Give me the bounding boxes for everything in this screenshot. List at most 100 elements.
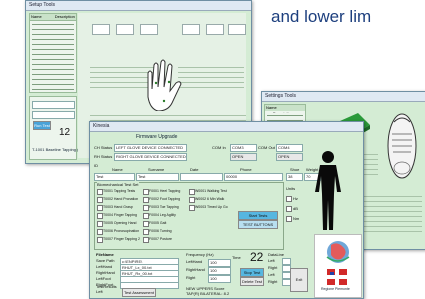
file-section-label: FileName <box>96 252 114 257</box>
shoe-input[interactable]: 38 <box>286 173 303 181</box>
frequency-key: Right <box>186 275 196 280</box>
test-item-label: T0007 Finger Tapping 2 <box>103 237 140 241</box>
com-in-field[interactable]: COM3 <box>230 144 257 152</box>
units-label: Units <box>286 186 296 191</box>
graph-chip-5 <box>206 24 224 35</box>
window-title: Kinesia <box>93 123 110 129</box>
file-key: Save Path <box>96 258 115 263</box>
score-value: TAP(R) BILATERAL: 8.2 <box>186 291 230 296</box>
test-item-label: T0005 Opening Hand <box>103 221 137 225</box>
frequency-label: Frequency (Hz) <box>186 252 214 257</box>
test-item-label: F0006 Turning <box>149 229 172 233</box>
test-item-label: F0003 Toe Tapping <box>149 205 179 209</box>
file-key: RightHand <box>96 270 115 275</box>
header-tab[interactable]: Firmware Upgrade <box>136 134 177 140</box>
tests-group: Biomechanical Test Set T0001 Tapping Tes… <box>94 182 284 250</box>
field-1[interactable] <box>32 101 75 109</box>
test-item-label: W0003 Timed Up Go <box>195 205 228 209</box>
window-titlebar-2: Settings Tools <box>262 92 425 102</box>
dataline-value[interactable] <box>282 258 291 265</box>
unit-3: Nm <box>293 216 300 221</box>
dataline-key: Right <box>268 265 278 270</box>
shoe-icon <box>387 113 417 179</box>
ch-status-field: LEFT GLOVE DEVICE CONNECTED <box>114 144 187 152</box>
test-assessment-button[interactable]: Test Assessment <box>122 288 156 297</box>
frequency-key: RightHand <box>186 267 205 272</box>
surname-input[interactable]: Test <box>136 173 179 181</box>
session-panel: Run Test 12 T-1001 Baseline Tapping (1 o… <box>29 96 90 160</box>
com-out-label: COM Out <box>258 145 275 150</box>
graph-chip-6 <box>228 24 246 35</box>
name-input[interactable]: Test <box>94 173 135 181</box>
test-item-label: F0005 Gait <box>149 221 167 225</box>
time-display: 22 <box>250 250 264 264</box>
menu-bar-2[interactable]: Settings Tools <box>265 93 296 99</box>
phone-column: Phone <box>240 167 252 172</box>
test-list-panel: Name Description <box>29 13 77 93</box>
unit-checkbox-1[interactable] <box>286 196 292 202</box>
test-buttons-button[interactable]: TEST BUTTONS <box>238 220 278 229</box>
shoe-column: Shoe <box>290 167 300 172</box>
caption-text: and lower lim <box>271 7 372 26</box>
unit-1: Hz <box>293 196 298 201</box>
frequency-key: LeftHand <box>186 259 203 264</box>
unit-checkbox-2[interactable] <box>286 206 292 212</box>
date-column: Date <box>190 167 199 172</box>
phone-input[interactable]: 00000 <box>224 173 283 181</box>
test-item-label: W0002 6 Min Walk <box>195 197 225 201</box>
window-titlebar: Setup Tools <box>26 1 251 11</box>
start-tests-button[interactable]: Start Tests <box>238 211 278 220</box>
rh-status-field: RIGHT GLOVE DEVICE CONNECTED <box>114 153 187 161</box>
test-item-label: F0001 Heel Tapping <box>149 189 181 193</box>
name-column: Name <box>112 167 123 172</box>
unit-2: dB <box>293 206 298 211</box>
dataline-key: Left <box>268 258 275 263</box>
surname-column: Surname <box>148 167 165 172</box>
unit-checkbox-3[interactable] <box>286 216 292 222</box>
test-item-label: F0007 Posture <box>149 237 172 241</box>
project-logo <box>326 241 350 263</box>
test-item-label: T0003 Hand Grasp <box>103 205 133 209</box>
run-test-button[interactable]: Run Test <box>33 121 51 130</box>
menu-bar[interactable]: Setup Tools <box>29 2 55 8</box>
test-item-label: T0006 Pronosupination <box>103 229 140 233</box>
test-item-label: F0004 Leg Agility <box>149 213 176 217</box>
app-window-front: Kinesia Firmware Upgrade CH Status LEFT … <box>89 121 364 299</box>
frequency-value[interactable]: 100 <box>208 275 231 283</box>
regione-flag-icon <box>327 269 347 285</box>
window-titlebar-3: Kinesia <box>90 122 363 132</box>
exit-button[interactable]: Exit <box>290 268 308 292</box>
open-button-2[interactable]: OPEN <box>276 153 303 161</box>
com-out-field[interactable]: COM4 <box>276 144 303 152</box>
count-display: 12 <box>59 127 71 138</box>
ch-status-label: CH Status <box>94 145 113 150</box>
column-description: Description <box>54 14 75 19</box>
file-key: LeftHand <box>96 264 113 269</box>
test-item-label: T0001 Tapping Tests <box>103 189 136 193</box>
stop-test-button[interactable]: Stop Test <box>240 268 264 277</box>
column-name: Name <box>31 14 42 19</box>
frequency-value[interactable]: 100 <box>208 267 231 275</box>
rh-status-label: RH Status <box>94 154 113 159</box>
id-label: ID <box>94 163 98 168</box>
date-input[interactable] <box>180 173 223 181</box>
delete-test-button[interactable]: Delete Test <box>240 277 264 286</box>
graph-chip-3 <box>140 24 158 35</box>
graph-chip-2 <box>116 24 134 35</box>
dataline-key: Right <box>268 279 278 284</box>
open-button-1[interactable]: OPEN <box>230 153 257 161</box>
dataline-label: DataLine <box>268 252 285 257</box>
regione-caption: Regione Piemonte <box>321 287 350 291</box>
body-silhouette-icon <box>315 151 341 230</box>
test-item-label: F0002 Foot Tapping <box>149 197 181 201</box>
frequency-value[interactable]: 100 <box>208 259 231 267</box>
com-in-label: COM In <box>212 145 226 150</box>
tests-group-label: Biomechanical Test Set <box>97 182 139 187</box>
test-item-label: T0002 Hand Pronation <box>103 197 139 201</box>
logo-panel: Regione Piemonte <box>314 234 362 298</box>
list-rows[interactable] <box>32 22 74 90</box>
test-item-label: W0001 Walking Test <box>195 189 227 193</box>
column-name-2: Name <box>266 105 277 110</box>
field-2[interactable] <box>32 111 75 119</box>
graph-chip-1 <box>92 24 110 35</box>
